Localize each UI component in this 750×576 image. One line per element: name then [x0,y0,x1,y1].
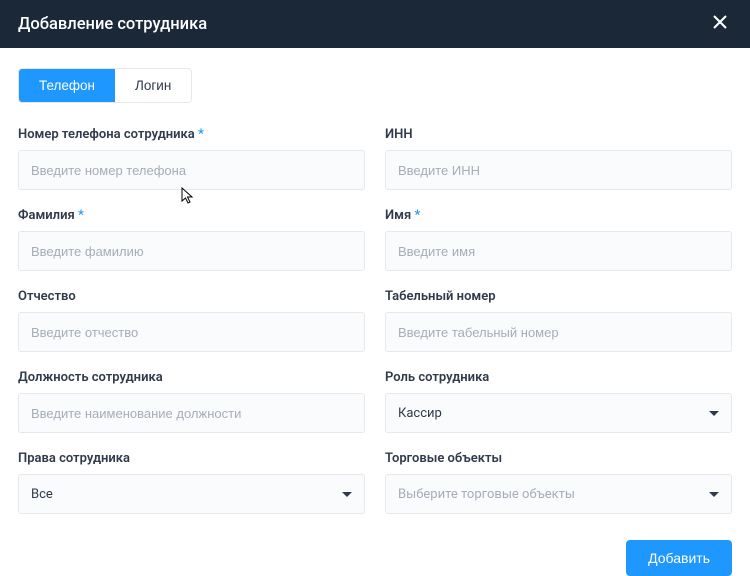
auth-tabs: Телефон Логин [18,68,192,103]
select-objects-placeholder: Выберите торговые объекты [398,487,575,502]
input-tabnum[interactable] [385,312,732,352]
caret-down-icon [709,406,719,421]
field-lastname: Фамилия * [18,208,365,271]
select-objects[interactable]: Выберите торговые объекты [385,474,732,514]
caret-down-icon [709,487,719,502]
label-phone: Номер телефона сотрудника * [18,127,365,142]
field-midname: Отчество [18,289,365,352]
input-inn[interactable] [385,150,732,190]
label-inn: ИНН [385,127,732,142]
field-phone: Номер телефона сотрудника * [18,127,365,190]
field-inn: ИНН [385,127,732,190]
label-lastname: Фамилия * [18,208,365,223]
field-rights: Права сотрудника Все [18,451,365,514]
label-role: Роль сотрудника [385,370,732,385]
select-role[interactable]: Кассир [385,393,732,433]
field-role: Роль сотрудника Кассир [385,370,732,433]
select-rights-value: Все [31,487,53,502]
field-firstname: Имя * [385,208,732,271]
label-firstname: Имя * [385,208,732,223]
input-phone[interactable] [18,150,365,190]
form-grid: Номер телефона сотрудника * ИНН Фамилия … [18,127,732,514]
close-button[interactable] [708,12,732,36]
caret-down-icon [342,487,352,502]
input-midname[interactable] [18,312,365,352]
field-position: Должность сотрудника [18,370,365,433]
label-position: Должность сотрудника [18,370,365,385]
input-position[interactable] [18,393,365,433]
dialog-header: Добавление сотрудника [0,0,750,48]
dialog-title: Добавление сотрудника [18,15,207,34]
input-firstname[interactable] [385,231,732,271]
label-rights: Права сотрудника [18,451,365,466]
close-icon [712,14,728,34]
label-tabnum: Табельный номер [385,289,732,304]
dialog-footer: Добавить [0,530,750,576]
field-objects: Торговые объекты Выберите торговые объек… [385,451,732,514]
required-star: * [414,208,420,223]
select-role-value: Кассир [398,406,442,421]
select-rights[interactable]: Все [18,474,365,514]
label-objects: Торговые объекты [385,451,732,466]
tab-login[interactable]: Логин [115,69,191,102]
label-midname: Отчество [18,289,365,304]
submit-button[interactable]: Добавить [626,540,732,576]
required-star: * [198,127,204,142]
tab-phone[interactable]: Телефон [19,69,115,102]
input-lastname[interactable] [18,231,365,271]
required-star: * [78,208,84,223]
field-tabnum: Табельный номер [385,289,732,352]
